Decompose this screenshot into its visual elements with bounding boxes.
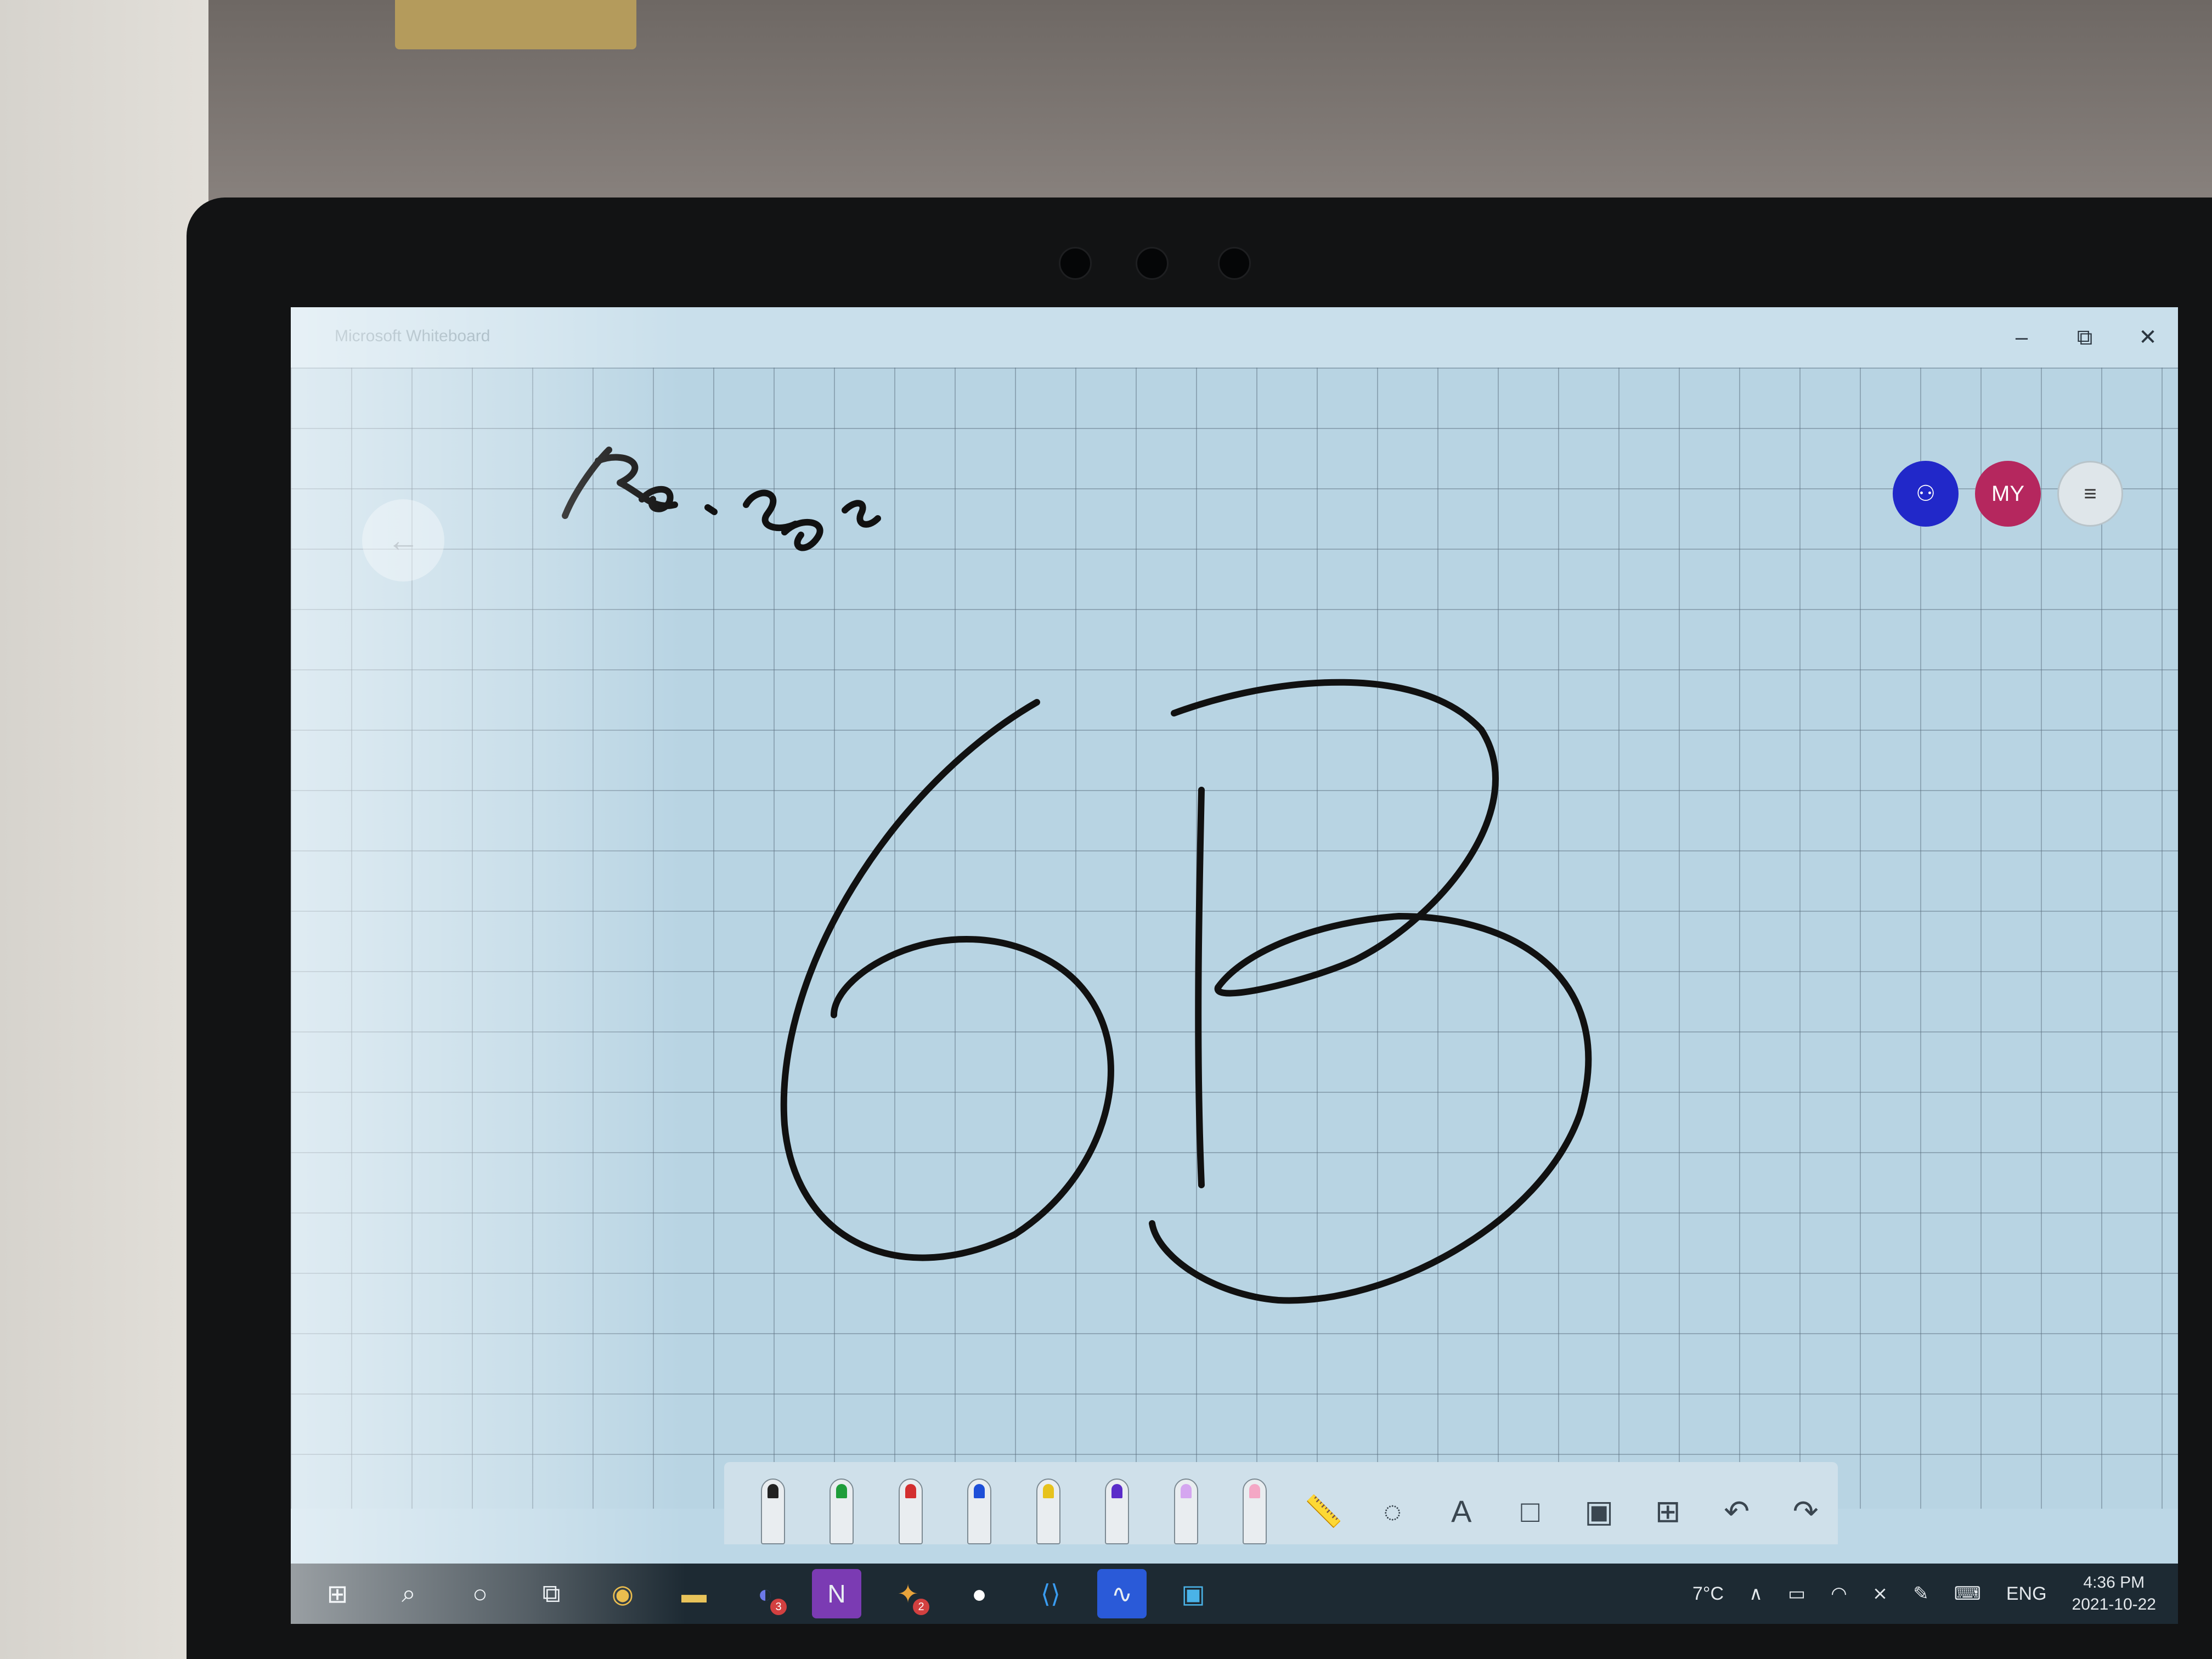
camera-icon	[1059, 247, 1092, 280]
user-avatar[interactable]: MY	[1975, 461, 2041, 527]
vscode-icon[interactable]: ⟨⟩	[1026, 1569, 1075, 1618]
chrome-icon[interactable]: ◉	[598, 1569, 647, 1618]
ink-digit-six	[780, 699, 1114, 1261]
clock-date: 2021-10-22	[2072, 1595, 2156, 1613]
image-icon: ▣	[1584, 1494, 1614, 1528]
window-title: Microsoft Whiteboard	[335, 327, 490, 345]
battery-icon[interactable]: ▭	[1788, 1583, 1805, 1605]
ink-letter-b-stem	[1195, 787, 1205, 1188]
ink-drawing	[562, 447, 1592, 1304]
ink-letter-b-top	[1149, 679, 1592, 1304]
pen-blue-icon	[967, 1479, 992, 1544]
file-explorer-icon[interactable]: ▬	[669, 1569, 719, 1618]
hamburger-menu-icon[interactable]: ≡	[2057, 461, 2123, 527]
eraser-icon	[1243, 1479, 1267, 1544]
highlighter-icon	[1173, 1479, 1198, 1544]
pen-green-tool[interactable]	[810, 1468, 874, 1544]
ruler-tool[interactable]: 📏	[1291, 1468, 1356, 1544]
image-tool[interactable]: ▣	[1567, 1468, 1632, 1544]
whiteboard-canvas[interactable]: ← ⚇ MY ≡	[291, 368, 2178, 1509]
volume-muted-icon[interactable]: ⨯	[1872, 1583, 1888, 1605]
system-tray: 7°C ∧ ▭ ◠ ⨯ ✎ ⌨ ENG 4:36 PM 2021-10-22	[1692, 1564, 2156, 1624]
language-indicator[interactable]: ENG	[2006, 1583, 2047, 1605]
undo-button[interactable]: ↶	[1705, 1468, 1769, 1544]
undo-icon: ↶	[1724, 1494, 1750, 1528]
wifi-icon[interactable]: ◠	[1831, 1583, 1847, 1605]
pen-yellow-icon	[1036, 1479, 1060, 1544]
pen-red-icon	[898, 1479, 923, 1544]
pen-yellow-tool[interactable]	[1016, 1468, 1081, 1544]
text-icon: A	[1451, 1494, 1472, 1528]
pen-icon[interactable]: ✎	[1913, 1583, 1929, 1605]
insert-icon: ⊞	[1655, 1494, 1681, 1528]
sensor-icon	[1136, 247, 1169, 280]
ruler-icon: 📏	[1304, 1494, 1343, 1528]
stand-bracket	[395, 0, 636, 49]
lasso-icon: ◌	[1383, 1494, 1402, 1528]
ink-scribble	[743, 489, 823, 551]
redo-button[interactable]: ↷	[1774, 1468, 1838, 1544]
pen-purple-tool[interactable]	[1085, 1468, 1150, 1544]
minimize-button[interactable]: –	[1991, 317, 2052, 358]
pen-blue-tool[interactable]	[947, 1468, 1012, 1544]
pen-green-icon	[830, 1479, 854, 1544]
task-view-icon[interactable]: ⧉	[527, 1569, 576, 1618]
text-tool[interactable]: A	[1429, 1468, 1494, 1544]
redo-icon: ↷	[1792, 1494, 1819, 1528]
slack-icon[interactable]: ✦ 2	[883, 1569, 933, 1618]
title-bar: Microsoft Whiteboard – ⧉ ✕	[291, 307, 2178, 369]
cortana-icon[interactable]: ○	[455, 1569, 505, 1618]
ink-scribble	[562, 447, 678, 519]
close-button[interactable]: ✕	[2118, 317, 2178, 358]
chevron-up-icon[interactable]: ∧	[1749, 1583, 1763, 1605]
start-button-icon[interactable]: ⊞	[313, 1569, 362, 1618]
pen-black-tool[interactable]	[741, 1468, 805, 1544]
lasso-tool[interactable]: ◌	[1361, 1468, 1425, 1544]
clock[interactable]: 4:36 PM 2021-10-22	[2072, 1572, 2156, 1616]
search-icon[interactable]: ⌕	[384, 1569, 433, 1618]
clock-time: 4:36 PM	[2083, 1573, 2145, 1592]
ink-toolbar: 📏 ◌ A □ ▣ ⊞ ↶ ↷	[724, 1462, 1838, 1544]
camera-icon	[1218, 247, 1251, 280]
weather-label[interactable]: 7°C	[1692, 1583, 1724, 1605]
ink-scribble	[842, 500, 881, 528]
invite-person-icon[interactable]: ⚇	[1893, 461, 1959, 527]
keyboard-icon[interactable]: ⌨	[1954, 1583, 1981, 1605]
remote-desktop-icon[interactable]: ▣	[1169, 1569, 1218, 1618]
highlighter-tool[interactable]	[1154, 1468, 1218, 1544]
notification-badge: 2	[913, 1599, 929, 1615]
pen-red-tool[interactable]	[878, 1468, 943, 1544]
github-icon[interactable]: ●	[955, 1569, 1004, 1618]
ink-scribble	[704, 504, 718, 515]
whiteboard-icon[interactable]: ∿	[1097, 1569, 1147, 1618]
sticky-note-icon: □	[1521, 1494, 1540, 1528]
notification-badge: 3	[770, 1599, 787, 1615]
discord-icon[interactable]: ◐ 3	[741, 1569, 790, 1618]
onenote-icon[interactable]: N	[812, 1569, 861, 1618]
pen-black-icon	[760, 1479, 785, 1544]
insert-tool[interactable]: ⊞	[1636, 1468, 1701, 1544]
pen-purple-icon	[1105, 1479, 1130, 1544]
taskbar: ⊞ ⌕ ○ ⧉ ◉ ▬ ◐ 3 N ✦ 2 ● ⟨⟩ ∿ ▣ 7°C ∧ ▭ ◠…	[291, 1564, 2178, 1624]
eraser-tool[interactable]	[1223, 1468, 1288, 1544]
screen: Microsoft Whiteboard – ⧉ ✕ ← ⚇ MY ≡ 📏 ◌ …	[291, 307, 2178, 1624]
note-tool[interactable]: □	[1498, 1468, 1563, 1544]
restore-button[interactable]: ⧉	[2055, 317, 2115, 358]
